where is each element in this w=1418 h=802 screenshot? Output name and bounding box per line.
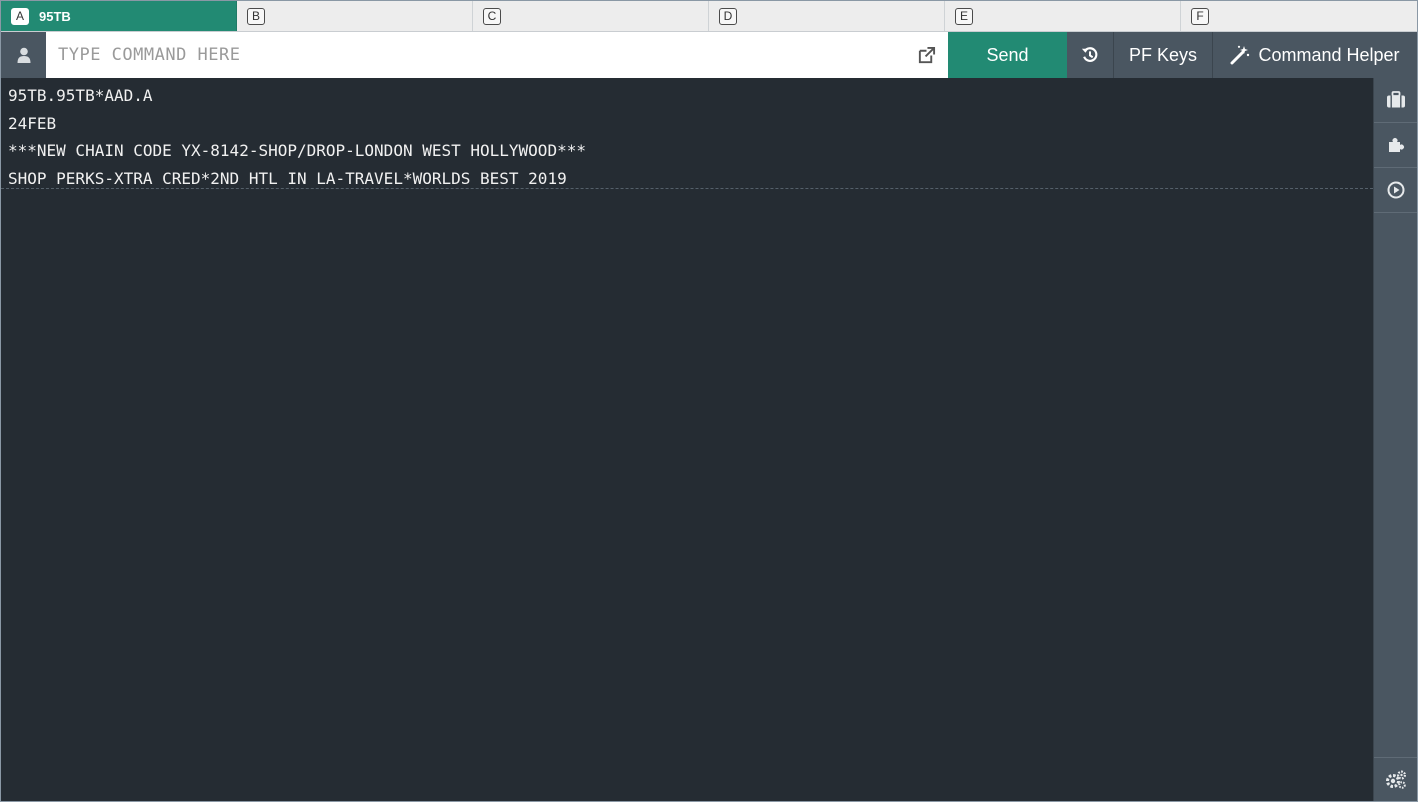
tab-letter: F: [1191, 7, 1209, 25]
command-input-wrapper: [46, 32, 948, 78]
gears-icon: [1386, 769, 1407, 789]
tab-letter: A: [11, 7, 29, 25]
command-bar: Send PF Keys Command Helper: [1, 32, 1417, 78]
user-button[interactable]: [1, 32, 46, 78]
terminal-output[interactable]: 95TB.95TB*AAD.A 24FEB ***NEW CHAIN CODE …: [1, 78, 1373, 801]
tab-letter: B: [247, 7, 265, 25]
tab-e[interactable]: E: [945, 1, 1181, 31]
play-circle-icon: [1387, 181, 1405, 199]
tab-letter: D: [719, 7, 737, 25]
response-divider: [1, 188, 1373, 189]
plugins-button[interactable]: [1374, 123, 1417, 168]
command-input[interactable]: [46, 32, 948, 78]
user-icon: [17, 47, 30, 63]
scripts-button[interactable]: [1374, 168, 1417, 213]
briefcase-icon: [1387, 91, 1405, 108]
tab-d[interactable]: D: [709, 1, 945, 31]
command-helper-button[interactable]: Command Helper: [1213, 32, 1417, 78]
trip-button[interactable]: [1374, 78, 1417, 123]
tab-label: 95TB: [39, 8, 71, 24]
app-window: A 95TB B C D E F TYPE COMMAND HERE Send …: [0, 0, 1418, 802]
history-icon: [1081, 47, 1098, 62]
history-button[interactable]: [1067, 32, 1114, 78]
tab-letter: E: [955, 7, 973, 25]
right-toolbar: [1373, 78, 1417, 801]
send-button[interactable]: Send: [948, 32, 1067, 78]
settings-button[interactable]: [1374, 757, 1417, 801]
command-helper-label: Command Helper: [1258, 44, 1400, 65]
tab-f[interactable]: F: [1181, 1, 1417, 31]
terminal-line: 95TB.95TB*AAD.A: [8, 86, 153, 105]
pf-keys-button[interactable]: PF Keys: [1114, 32, 1213, 78]
tab-c[interactable]: C: [473, 1, 709, 31]
puzzle-icon: [1389, 138, 1404, 152]
session-tabs: A 95TB B C D E F: [1, 1, 1417, 32]
tab-letter: C: [483, 7, 501, 25]
terminal-line: ***NEW CHAIN CODE YX-8142-SHOP/DROP-LOND…: [8, 141, 586, 160]
magic-wand-icon: [1230, 45, 1250, 65]
tab-b[interactable]: B: [237, 1, 473, 31]
terminal-line: 24FEB: [8, 113, 57, 133]
tab-a[interactable]: A 95TB: [1, 1, 237, 31]
external-link-icon[interactable]: [917, 46, 936, 65]
